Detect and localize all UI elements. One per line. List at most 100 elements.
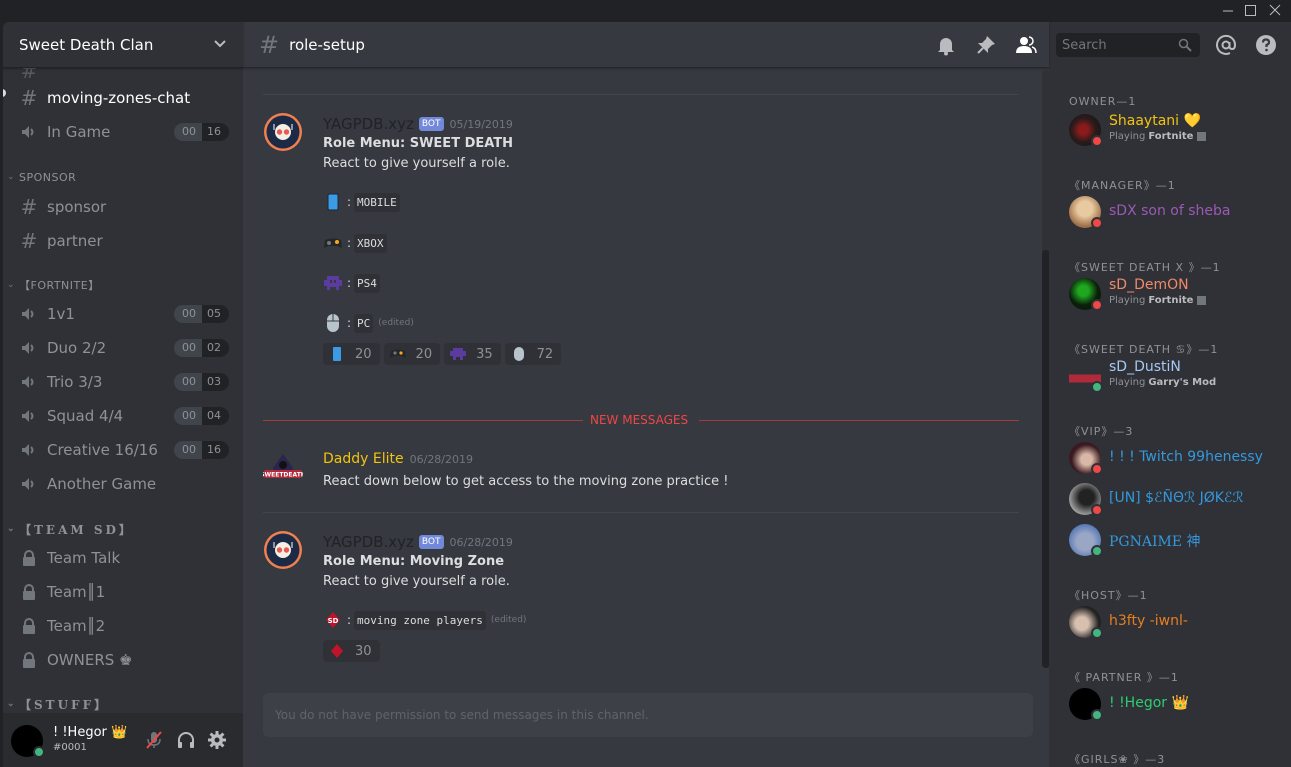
pinned-messages-button[interactable] (975, 34, 997, 56)
channel-in-game[interactable]: In Game 00 16 (11, 117, 235, 147)
member-activity: Playing Fortnite (1109, 295, 1207, 306)
author-name[interactable]: YAGPDB.xyz (323, 115, 414, 133)
status-dnd-icon (1091, 217, 1103, 229)
channel-title: role-setup (289, 35, 365, 54)
reactions: 20 20 35 72 (323, 343, 562, 365)
status-online-icon (1091, 381, 1103, 393)
member-item[interactable]: ! !Hegor 👑 (1057, 683, 1283, 725)
chevron-down-icon: ⌄ (7, 172, 16, 182)
member-item[interactable]: sD_DemON Playing Fortnite (1057, 273, 1283, 315)
mute-button[interactable] (143, 729, 165, 751)
microphone-muted-icon (146, 731, 162, 749)
voice-speaker-icon (19, 338, 39, 358)
channel-name: partner (47, 232, 103, 250)
locked-channel[interactable]: OWNERS ♚ (11, 645, 235, 675)
category-team-sd[interactable]: ⌄ 【TEAM SD】 (7, 520, 134, 538)
member-name: Shaaytani 💛 (1109, 113, 1201, 129)
reaction-mobile[interactable]: 20 (323, 343, 380, 365)
voice-channel[interactable]: Squad 4/4 00 04 (11, 401, 235, 431)
deafen-button[interactable] (175, 729, 197, 751)
channel-name: Creative 16/16 (47, 441, 158, 459)
member-item[interactable]: sD_DustiN Playing Garry's Mod (1057, 355, 1283, 397)
timestamp: 05/19/2019 (449, 117, 513, 131)
user-count: 00 (174, 441, 202, 459)
channel-name: Team║2 (47, 617, 106, 635)
member-item[interactable]: PGNAIME 神 (1057, 519, 1283, 561)
close-button[interactable] (1264, 0, 1286, 22)
role-label: PC (354, 313, 374, 333)
voice-channel[interactable]: Trio 3/3 00 03 (11, 367, 235, 397)
status-dnd-icon (1091, 463, 1103, 475)
help-button[interactable] (1255, 34, 1277, 56)
category-fortnite[interactable]: ⌄ 【FORTNITE】 (7, 276, 100, 294)
category-label: SPONSOR (19, 170, 77, 184)
chevron-down-icon: ⌄ (7, 524, 18, 534)
role-label: XBOX (354, 233, 387, 253)
search-input[interactable]: Search (1056, 33, 1200, 57)
user-limit-badge: 00 02 (174, 339, 229, 357)
minimize-button[interactable] (1217, 0, 1239, 22)
message: SWEETDEATH Daddy Elite 06/28/2019 React … (263, 450, 1023, 500)
message-input[interactable]: You do not have permission to send messa… (263, 693, 1033, 737)
user-limit: 16 (202, 441, 229, 459)
message-text: React down below to get access to the mo… (323, 474, 729, 489)
notifications-button[interactable] (935, 34, 957, 56)
category-sponsor[interactable]: ⌄ SPONSOR (7, 168, 76, 186)
edited-label: (edited) (378, 318, 414, 328)
member-item[interactable]: h3fty -iwnl- (1057, 601, 1283, 643)
user-count: 00 (174, 339, 202, 357)
author-name[interactable]: Daddy Elite (323, 451, 404, 467)
reaction-pc[interactable]: 72 (504, 343, 562, 365)
voice-channel[interactable]: Creative 16/16 00 16 (11, 435, 235, 465)
channel-sponsor[interactable]: # sponsor (11, 192, 235, 222)
avatar[interactable] (263, 112, 303, 152)
status-online-icon (1091, 709, 1103, 721)
status-online-icon (33, 746, 45, 758)
message-list: YAGPDB.xyz BOT 05/19/2019 Role Menu: SWE… (243, 68, 1049, 668)
activity-name: Fortnite (1148, 131, 1194, 142)
reaction-sd-logo[interactable]: 30 (323, 640, 380, 662)
mobile-phone-icon (323, 192, 343, 212)
chevron-down-icon (214, 40, 226, 48)
voice-speaker-icon (19, 372, 39, 392)
category-stuff[interactable]: ⌄ 【STUFF】 (7, 695, 109, 713)
locked-channel[interactable]: Team║1 (11, 577, 235, 607)
voice-speaker-icon (19, 440, 39, 460)
locked-channel[interactable]: Team║2 (11, 611, 235, 641)
role-option: : PS4 (323, 273, 380, 293)
channel-moving-zones-chat[interactable]: # moving-zones-chat (11, 83, 235, 113)
guild-header[interactable]: Sweet Death Clan (3, 22, 243, 68)
reaction-xbox[interactable]: 20 (383, 343, 441, 365)
member-name: [UN] $ℰÑΘℛ JØKℰℛ (1109, 490, 1244, 506)
role-option: : XBOX (323, 233, 387, 253)
voice-speaker-icon (19, 304, 39, 324)
avatar[interactable]: SWEETDEATH (263, 450, 303, 490)
voice-channel[interactable]: 1v1 00 05 (11, 299, 235, 329)
user-settings-button[interactable] (206, 729, 228, 751)
locked-channel[interactable]: Team Talk (11, 543, 235, 573)
author-name[interactable]: YAGPDB.xyz (323, 533, 414, 551)
member-name: ! !Hegor 👑 (1109, 695, 1189, 711)
maximize-button[interactable] (1239, 0, 1261, 22)
member-item[interactable]: ! ! ! Twitch 99henessy (1057, 437, 1283, 479)
role-option: SD : moving zone players (edited) (323, 610, 526, 630)
channel-name: In Game (47, 123, 111, 141)
member-item[interactable]: Shaaytani 💛 Playing Fortnite (1057, 109, 1283, 151)
reaction-ps4[interactable]: 35 (444, 343, 501, 365)
mentions-button[interactable] (1215, 34, 1237, 56)
member-list-toggle[interactable] (1015, 34, 1037, 56)
timestamp: 06/28/2019 (449, 535, 513, 549)
voice-channel[interactable]: Another Game (11, 469, 235, 499)
reaction-count: 35 (476, 346, 493, 362)
search-placeholder: Search (1062, 37, 1107, 53)
hash-icon: # (259, 30, 280, 59)
avatar[interactable] (263, 530, 303, 570)
channel-partner[interactable]: # partner (11, 226, 235, 256)
activity-prefix: Playing (1109, 377, 1146, 388)
member-item[interactable]: [UN] $ℰÑΘℛ JØKℰℛ (1057, 478, 1283, 520)
member-item[interactable]: sDX son of sheba (1057, 191, 1283, 233)
pc-mouse-icon (511, 346, 527, 362)
voice-channel[interactable]: Duo 2/2 00 02 (11, 333, 235, 363)
divider-line (699, 420, 1019, 421)
message-divider (263, 94, 1019, 95)
